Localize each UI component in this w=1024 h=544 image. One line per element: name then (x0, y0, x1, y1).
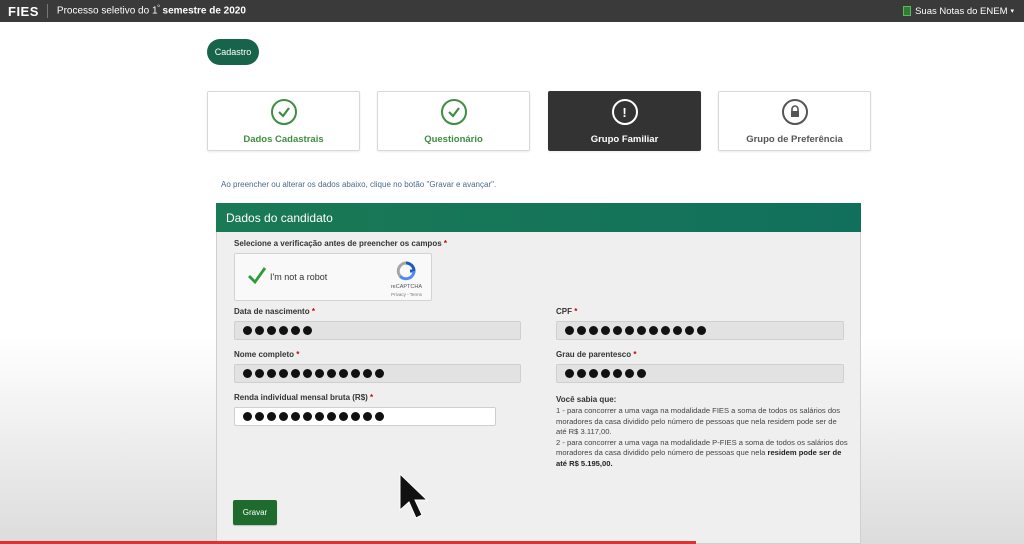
masked-char-dot (625, 326, 634, 335)
process-title: Processo seletivo do 1º semestre de 2020 (56, 5, 246, 17)
masked-char-dot (673, 326, 682, 335)
masked-char-dot (255, 326, 264, 335)
masked-char-dot (601, 326, 610, 335)
income-field[interactable] (234, 407, 496, 426)
recaptcha-logo-icon (396, 261, 416, 281)
masked-char-dot (339, 369, 348, 378)
masked-char-dot (577, 369, 586, 378)
step-label: Grupo de Preferência (746, 134, 843, 145)
kinship-label: Grau de parentesco * (556, 350, 637, 359)
fies-logo[interactable]: FIES (0, 4, 47, 19)
masked-char-dot (637, 326, 646, 335)
masked-char-dot (589, 326, 598, 335)
masked-char-dot (661, 326, 670, 335)
step-label: Questionário (424, 134, 483, 145)
masked-char-dot (291, 326, 300, 335)
masked-char-dot (339, 412, 348, 421)
masked-char-dot (649, 326, 658, 335)
step-dados-cadastrais[interactable]: Dados Cadastrais (207, 91, 360, 151)
masked-char-dot (303, 326, 312, 335)
kinship-field[interactable] (556, 364, 844, 383)
masked-char-dot (637, 369, 646, 378)
masked-char-dot (375, 369, 384, 378)
enem-notes-menu[interactable]: Suas Notas do ENEM ▾ (903, 0, 1014, 22)
masked-char-dot (351, 412, 360, 421)
masked-char-dot (315, 412, 324, 421)
masked-char-dot (601, 369, 610, 378)
panel-title: Dados do candidato (216, 203, 861, 232)
birthdate-field[interactable] (234, 321, 521, 340)
document-icon (903, 6, 912, 16)
masked-char-dot (279, 369, 288, 378)
top-bar: FIES Processo seletivo do 1º semestre de… (0, 0, 1024, 22)
masked-char-dot (327, 412, 336, 421)
recaptcha-check-icon (248, 267, 267, 285)
masked-char-dot (697, 326, 706, 335)
check-circle-icon (270, 99, 297, 125)
lock-icon (781, 99, 808, 125)
masked-char-dot (685, 326, 694, 335)
masked-char-dot (315, 369, 324, 378)
masked-char-dot (589, 369, 598, 378)
masked-char-dot (243, 412, 252, 421)
masked-char-dot (565, 369, 574, 378)
enem-notes-label: Suas Notas do ENEM (915, 5, 1008, 17)
masked-char-dot (267, 369, 276, 378)
masked-char-dot (267, 412, 276, 421)
full-name-field[interactable] (234, 364, 521, 383)
step-questionario[interactable]: Questionário (377, 91, 530, 151)
verification-label: Selecione a verificação antes de preench… (234, 239, 448, 248)
mouse-cursor-icon (399, 472, 429, 519)
cpf-label: CPF * (556, 307, 578, 316)
masked-char-dot (303, 412, 312, 421)
masked-char-dot (375, 412, 384, 421)
masked-char-dot (279, 412, 288, 421)
info-title: Você sabia que: (556, 395, 617, 404)
masked-char-dot (577, 326, 586, 335)
masked-char-dot (291, 412, 300, 421)
masked-char-dot (351, 369, 360, 378)
masked-char-dot (303, 369, 312, 378)
masked-char-dot (625, 369, 634, 378)
gravar-button[interactable]: Gravar (233, 500, 277, 525)
cpf-field[interactable] (556, 321, 844, 340)
masked-char-dot (243, 326, 252, 335)
info-item-2: 2 - para concorrer a uma vaga na modalid… (556, 437, 848, 468)
masked-char-dot (267, 326, 276, 335)
info-text: 1 - para concorrer a uma vaga na modalid… (556, 406, 848, 469)
income-label: Renda individual mensal bruta (R$) * (234, 393, 374, 402)
info-item-1: 1 - para concorrer a uma vaga na modalid… (556, 406, 841, 436)
exclamation-circle-icon: ! (611, 99, 638, 125)
masked-char-dot (327, 369, 336, 378)
cadastro-tab[interactable]: Cadastro (207, 39, 259, 65)
caret-down-icon: ▾ (1010, 8, 1014, 15)
masked-char-dot (613, 369, 622, 378)
masked-char-dot (255, 412, 264, 421)
masked-char-dot (243, 369, 252, 378)
full-name-label: Nome completo * (234, 350, 300, 359)
step-label: Dados Cadastrais (243, 134, 324, 145)
masked-char-dot (255, 369, 264, 378)
masked-char-dot (565, 326, 574, 335)
birthdate-label: Data de nascimento * (234, 307, 315, 316)
step-label: Grupo Familiar (590, 134, 659, 145)
masked-char-dot (291, 369, 300, 378)
masked-char-dot (363, 412, 372, 421)
recaptcha-widget[interactable]: I'm not a robot reCAPTCHA Privacy - Term… (234, 253, 432, 301)
recaptcha-brand: reCAPTCHA (390, 284, 422, 290)
instruction-text: Ao preencher ou alterar os dados abaixo,… (221, 180, 497, 189)
masked-char-dot (363, 369, 372, 378)
masked-char-dot (279, 326, 288, 335)
masked-char-dot (613, 326, 622, 335)
recaptcha-label: I'm not a robot (270, 272, 328, 282)
step-grupo-preferencia[interactable]: Grupo de Preferência (718, 91, 871, 151)
recaptcha-links[interactable]: Privacy - Terms (391, 292, 422, 297)
step-grupo-familiar[interactable]: ! Grupo Familiar (548, 91, 701, 151)
check-circle-icon (440, 99, 467, 125)
